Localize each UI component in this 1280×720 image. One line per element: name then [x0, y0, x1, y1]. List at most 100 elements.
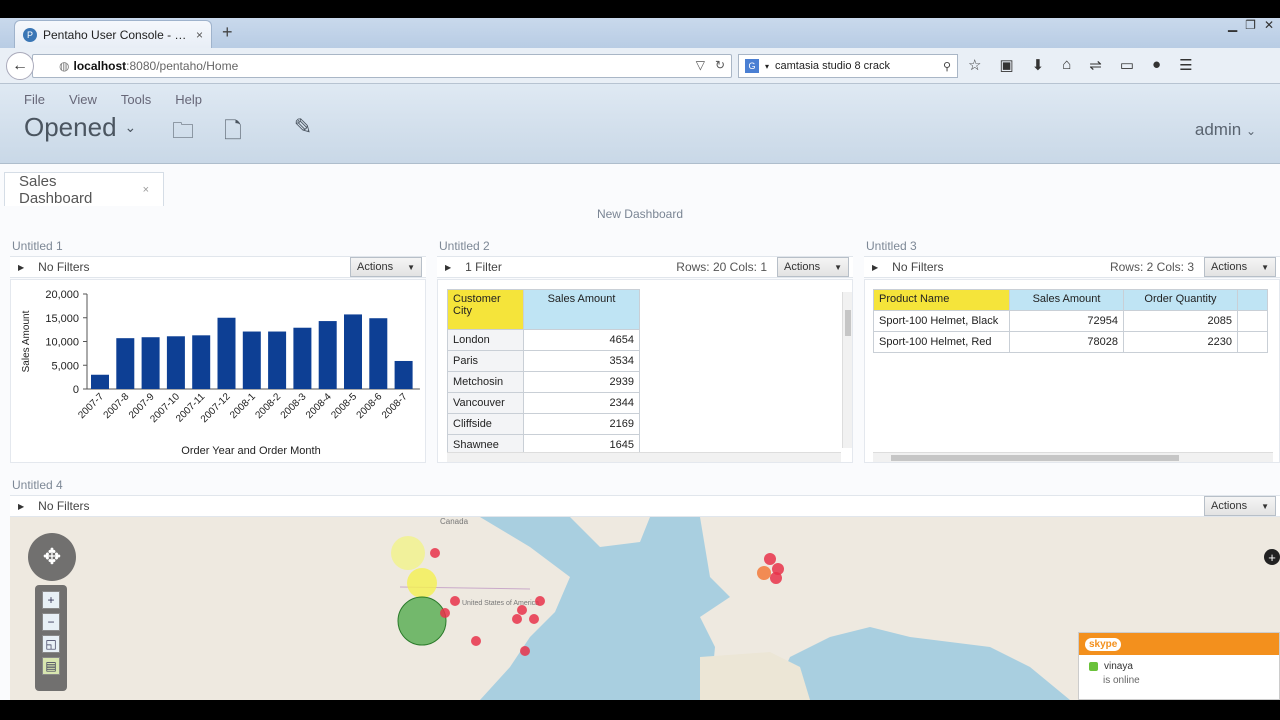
edit-pencil-icon[interactable]: ✎: [294, 114, 312, 152]
cell-extra: [1237, 310, 1268, 332]
scroll-thumb[interactable]: [845, 310, 851, 336]
expand-arrow-icon[interactable]: ▶: [872, 263, 878, 272]
close-icon[interactable]: ×: [143, 184, 149, 196]
panel2-actions-button[interactable]: Actions ▼: [777, 257, 849, 277]
header-sales-amount[interactable]: Sales Amount: [1009, 289, 1124, 311]
bar[interactable]: [293, 327, 312, 389]
table-row[interactable]: Cliffside 2169: [447, 413, 640, 435]
expand-arrow-icon[interactable]: ▶: [18, 263, 24, 272]
panel1-actions-button[interactable]: Actions ▼: [350, 257, 422, 277]
main-menu: File View Tools Help: [24, 92, 202, 107]
bar[interactable]: [369, 318, 388, 389]
table-row[interactable]: Metchosin 2939: [447, 371, 640, 393]
y-tick-label: 10,000: [45, 337, 79, 349]
menu-tools[interactable]: Tools: [121, 92, 151, 107]
panel3-actions-button[interactable]: Actions ▼: [1204, 257, 1276, 277]
scroll-thumb[interactable]: [891, 455, 1179, 461]
bar[interactable]: [242, 331, 261, 389]
search-engine-dropdown-icon[interactable]: ▾: [765, 62, 769, 71]
africa-land: [700, 652, 810, 700]
bookmark-star-icon[interactable]: ☆: [968, 56, 981, 74]
cell-city: Vancouver: [447, 392, 524, 414]
zoom-control: + − ◱ ▤: [35, 585, 67, 691]
window-icon[interactable]: ▭: [1120, 56, 1134, 74]
layer-switcher-icon[interactable]: ▤: [42, 657, 60, 675]
bar[interactable]: [192, 335, 211, 389]
bar[interactable]: [318, 321, 337, 389]
download-icon[interactable]: ⬇: [1032, 56, 1045, 74]
bar[interactable]: [116, 338, 135, 389]
perspective-switcher[interactable]: Opened ⌄: [24, 112, 136, 143]
horizontal-scrollbar[interactable]: [447, 452, 841, 462]
add-icon[interactable]: +: [1264, 549, 1280, 565]
map-marker: [397, 596, 447, 646]
header-customer-city[interactable]: Customer City: [447, 289, 524, 330]
menu-file[interactable]: File: [24, 92, 45, 107]
expand-arrow-icon[interactable]: ▶: [18, 502, 24, 511]
bar[interactable]: [217, 317, 236, 389]
open-folder-icon[interactable]: 🗀: [172, 114, 194, 152]
pan-control-icon[interactable]: ✥: [28, 533, 76, 581]
search-input[interactable]: camtasia studio 8 crack: [775, 60, 890, 72]
reload-icon[interactable]: ↻: [715, 58, 725, 72]
addon-icon[interactable]: ●: [1152, 56, 1161, 74]
table-row[interactable]: Vancouver 2344: [447, 392, 640, 414]
bar[interactable]: [344, 314, 362, 389]
zoom-in-icon[interactable]: +: [42, 591, 60, 609]
bar[interactable]: [166, 336, 185, 389]
bar[interactable]: [91, 374, 109, 389]
bar[interactable]: [394, 360, 413, 389]
table-row[interactable]: Sport-100 Helmet, Red 78028 2230: [873, 331, 1268, 353]
extension-icon[interactable]: ⇌: [1089, 56, 1102, 74]
home-icon[interactable]: ⌂: [1062, 56, 1071, 74]
new-tab-button[interactable]: +: [222, 22, 233, 43]
menu-help[interactable]: Help: [175, 92, 202, 107]
search-icon[interactable]: ⚲: [943, 60, 951, 73]
expand-arrow-icon[interactable]: ▶: [445, 263, 451, 272]
browser-toolbar: ☆ ▣ ⬇ ⌂ ⇌ ▭ ● ☰: [968, 56, 1193, 74]
url-bar[interactable]: ◍ localhost :8080/pentaho/Home ▽ ↻: [32, 54, 732, 78]
header-sales-amount[interactable]: Sales Amount: [523, 289, 640, 330]
header-product-name[interactable]: Product Name: [873, 289, 1010, 311]
perspective-label: Opened: [24, 112, 117, 142]
close-window-icon[interactable]: ✕: [1264, 18, 1274, 32]
back-button[interactable]: ←: [6, 52, 34, 80]
panel4-filter-text: No Filters: [38, 499, 90, 513]
y-tick-label: 0: [73, 384, 79, 396]
chevron-down-icon: ⌄: [124, 119, 137, 135]
dropdown-icon[interactable]: ▽: [696, 58, 705, 72]
map-marker: [770, 572, 782, 584]
bar[interactable]: [268, 331, 287, 389]
table-row[interactable]: London 4654: [447, 329, 640, 351]
panel4-actions-button[interactable]: Actions ▼: [1204, 496, 1276, 516]
x-tick-label: 2008-7: [380, 391, 410, 421]
clipboard-icon[interactable]: ▣: [999, 56, 1013, 74]
cell-product-name: Sport-100 Helmet, Black: [873, 310, 1010, 332]
horizontal-scrollbar[interactable]: [873, 452, 1273, 462]
x-tick-label: 2008-6: [355, 391, 385, 421]
search-bar[interactable]: G ▾ camtasia studio 8 crack ⚲: [738, 54, 958, 78]
skype-notification[interactable]: skype vinaya is online: [1078, 632, 1280, 700]
vertical-scrollbar[interactable]: [842, 292, 852, 448]
header-extra[interactable]: [1237, 289, 1268, 311]
minimize-icon[interactable]: ▁: [1228, 18, 1237, 32]
city-sales-table: Customer City Sales Amount London 4654 Par…: [447, 289, 640, 456]
zoom-extent-icon[interactable]: ◱: [42, 635, 60, 653]
close-tab-icon[interactable]: ×: [196, 28, 203, 42]
hamburger-menu-icon[interactable]: ☰: [1179, 56, 1192, 74]
x-tick-label: 2008-1: [228, 391, 258, 421]
map-marker: [430, 548, 440, 558]
new-file-icon[interactable]: 🗋: [224, 114, 242, 152]
table-row[interactable]: Paris 3534: [447, 350, 640, 372]
zoom-out-icon[interactable]: −: [42, 613, 60, 631]
header-order-quantity[interactable]: Order Quantity: [1123, 289, 1238, 311]
panel2-rowcols: Rows: 20 Cols: 1: [676, 260, 767, 274]
maximize-icon[interactable]: ❐: [1245, 18, 1256, 32]
bar[interactable]: [141, 337, 160, 389]
menu-view[interactable]: View: [69, 92, 97, 107]
browser-tab[interactable]: P Pentaho User Console - Sales ... ×: [14, 20, 212, 48]
user-menu[interactable]: admin ⌄: [1195, 120, 1256, 140]
table-row[interactable]: Sport-100 Helmet, Black 72954 2085: [873, 310, 1268, 332]
panel1-filter-text: No Filters: [38, 260, 90, 274]
tab-sales-dashboard[interactable]: Sales Dashboard ×: [4, 172, 164, 207]
